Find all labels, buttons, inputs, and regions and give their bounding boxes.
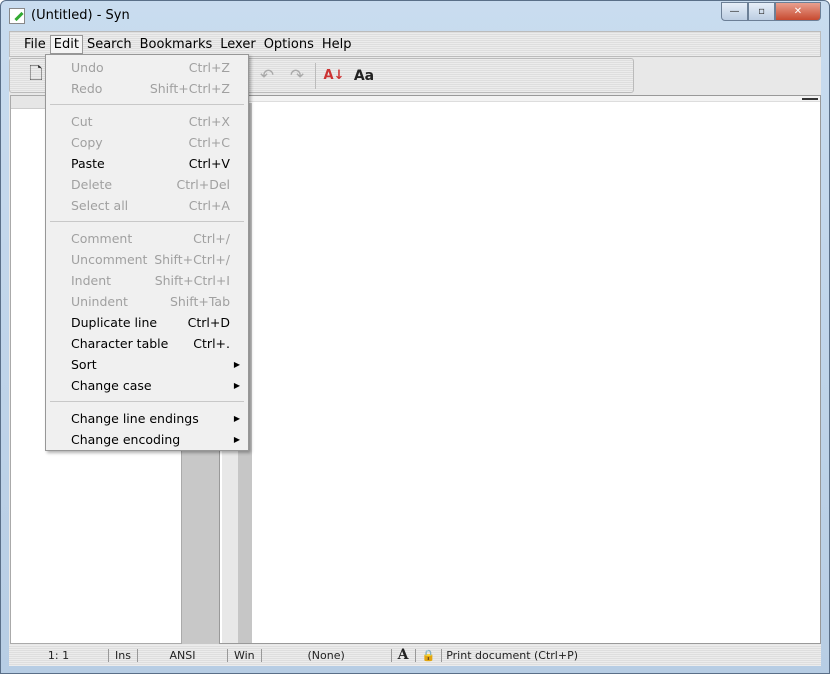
- menu-item-change-line-endings[interactable]: Change line endings ▶: [46, 408, 248, 429]
- menu-item-shortcut: Ctrl+V: [188, 156, 230, 171]
- toolbar-separator: [315, 62, 316, 89]
- lock-icon: 🔒: [416, 649, 443, 662]
- menu-item-label: Change case: [71, 378, 152, 393]
- menu-item-label: Delete: [71, 177, 113, 192]
- menu-separator: [46, 99, 248, 111]
- submenu-arrow-icon: ▶: [233, 360, 240, 369]
- menu-item-shortcut: Ctrl+X: [188, 114, 230, 129]
- status-lexer[interactable]: (None): [262, 649, 392, 662]
- menu-item-label: Cut: [71, 114, 93, 129]
- font-icon[interactable]: Aa: [352, 64, 376, 88]
- maximize-button[interactable]: ▫: [748, 2, 775, 21]
- title-bar: (Untitled) - Syn — ▫ ✕: [1, 1, 829, 31]
- edit-menu-dropdown: Undo Ctrl+Z Redo Shift+Ctrl+Z Cut Ctrl+X Copy C…: [45, 54, 249, 451]
- font-icon: A: [392, 648, 416, 662]
- menu-item-select-all[interactable]: Select all Ctrl+A: [46, 195, 248, 216]
- menu-item-shortcut: Ctrl+C: [188, 135, 230, 150]
- menu-edit[interactable]: Edit: [49, 34, 83, 54]
- menu-item-label: Uncomment: [71, 252, 148, 267]
- submenu-arrow-icon: ▶: [233, 381, 240, 390]
- status-insert-mode[interactable]: Ins: [109, 649, 138, 662]
- menu-item-label: Change line endings: [71, 411, 199, 426]
- menu-item-shortcut: Ctrl+Z: [188, 60, 230, 75]
- menu-item-label: Select all: [71, 198, 129, 213]
- status-encoding[interactable]: ANSI: [138, 649, 228, 662]
- ruler-marker: [802, 98, 818, 100]
- menu-item-cut[interactable]: Cut Ctrl+X: [46, 111, 248, 132]
- menu-item-shortcut: Shift+Ctrl+I: [154, 273, 230, 288]
- menu-item-unindent[interactable]: Unindent Shift+Tab: [46, 291, 248, 312]
- menu-item-undo[interactable]: Undo Ctrl+Z: [46, 57, 248, 78]
- menu-separator: [46, 216, 248, 228]
- status-line-endings[interactable]: Win: [228, 649, 262, 662]
- sort-az-icon[interactable]: A↓: [322, 64, 346, 88]
- menu-item-character-table[interactable]: Character table Ctrl+.: [46, 333, 248, 354]
- close-button[interactable]: ✕: [775, 2, 821, 21]
- menu-item-duplicate-line[interactable]: Duplicate line Ctrl+D: [46, 312, 248, 333]
- menu-options[interactable]: Options: [260, 35, 318, 54]
- menu-item-shortcut: Ctrl+D: [187, 315, 230, 330]
- menu-item-sort[interactable]: Sort ▶: [46, 354, 248, 375]
- submenu-arrow-icon: ▶: [233, 414, 240, 423]
- menu-item-copy[interactable]: Copy Ctrl+C: [46, 132, 248, 153]
- menu-item-delete[interactable]: Delete Ctrl+Del: [46, 174, 248, 195]
- menu-lexer[interactable]: Lexer: [216, 35, 259, 54]
- menu-bookmarks[interactable]: Bookmarks: [136, 35, 217, 54]
- menu-help[interactable]: Help: [318, 35, 356, 54]
- window-title: (Untitled) - Syn: [31, 8, 130, 23]
- menu-item-label: Undo: [71, 60, 104, 75]
- menu-item-label: Redo: [71, 81, 103, 96]
- menu-item-indent[interactable]: Indent Shift+Ctrl+I: [46, 270, 248, 291]
- menu-item-label: Sort: [71, 357, 97, 372]
- menu-item-label: Change encoding: [71, 432, 181, 447]
- menu-item-label: Paste: [71, 156, 105, 171]
- menu-search[interactable]: Search: [83, 35, 136, 54]
- menu-item-shortcut: Ctrl+A: [188, 198, 230, 213]
- menu-item-shortcut: Shift+Ctrl+/: [154, 252, 230, 267]
- menu-item-shortcut: Ctrl+/: [193, 231, 230, 246]
- menu-item-change-case[interactable]: Change case ▶: [46, 375, 248, 396]
- status-hint: Print document (Ctrl+P): [446, 649, 579, 662]
- menu-item-shortcut: Ctrl+Del: [176, 177, 230, 192]
- menu-item-label: Duplicate line: [71, 315, 158, 330]
- menu-item-paste[interactable]: Paste Ctrl+V: [46, 153, 248, 174]
- menu-item-change-encoding[interactable]: Change encoding ▶: [46, 429, 248, 450]
- minimize-button[interactable]: —: [721, 2, 748, 21]
- menu-item-redo[interactable]: Redo Shift+Ctrl+Z: [46, 78, 248, 99]
- redo-icon[interactable]: ↷: [285, 64, 309, 88]
- menu-item-label: Unindent: [71, 294, 128, 309]
- menu-item-label: Indent: [71, 273, 112, 288]
- menu-item-uncomment[interactable]: Uncomment Shift+Ctrl+/: [46, 249, 248, 270]
- app-icon: [9, 8, 25, 24]
- menu-file[interactable]: File: [20, 35, 50, 54]
- status-position: 1: 1: [9, 649, 109, 662]
- menu-item-label: Copy: [71, 135, 103, 150]
- menu-item-comment[interactable]: Comment Ctrl+/: [46, 228, 248, 249]
- status-bar: 1: 1 Ins ANSI Win (None) A 🔒 Print docum…: [9, 645, 821, 666]
- menu-item-shortcut: Shift+Tab: [169, 294, 230, 309]
- menu-item-shortcut: Ctrl+.: [193, 336, 230, 351]
- menu-separator: [46, 396, 248, 408]
- editor-area[interactable]: [219, 95, 821, 644]
- menu-item-label: Character table: [71, 336, 169, 351]
- undo-icon[interactable]: ↶: [255, 64, 279, 88]
- submenu-arrow-icon: ▶: [233, 435, 240, 444]
- menu-item-label: Comment: [71, 231, 133, 246]
- menu-item-shortcut: Shift+Ctrl+Z: [149, 81, 230, 96]
